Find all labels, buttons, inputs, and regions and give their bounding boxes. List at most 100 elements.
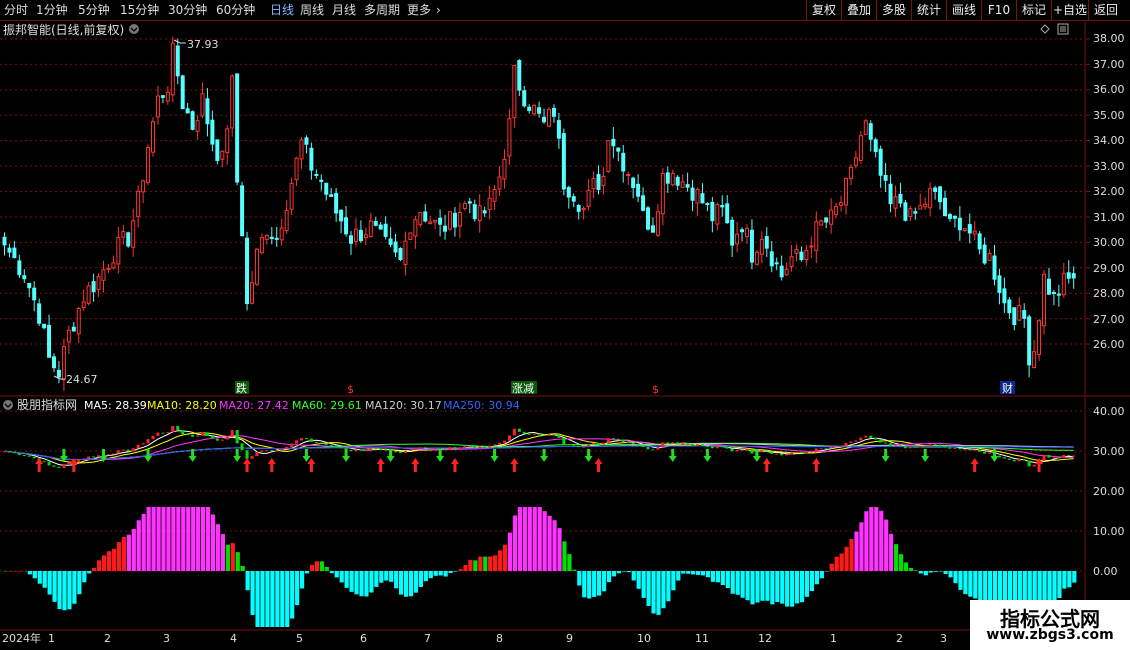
event-marker-fall[interactable]: 跌 (235, 381, 249, 395)
stock-chart[interactable]: 振邦智能(日线,前复权) 37.93 24.67 跌 $ 涨减 $ 财 股朋指标… (0, 20, 1130, 650)
candle (759, 238, 764, 255)
button-restore-rights[interactable]: 复权 (806, 0, 841, 20)
button-statistics[interactable]: 统计 (911, 0, 946, 20)
candle (2, 236, 7, 246)
indicator-name[interactable]: 股朋指标网 (17, 397, 77, 412)
up-arrow-icon (307, 458, 316, 472)
candle (170, 42, 175, 96)
button-draw-line[interactable]: 画线 (946, 0, 981, 20)
mini-candle (997, 455, 1001, 458)
histogram-bar (572, 569, 577, 571)
candle (27, 283, 32, 289)
circle-chevron-down-icon[interactable] (129, 24, 139, 34)
tab-15min[interactable]: 15分钟 (120, 2, 159, 18)
histogram-bar (176, 507, 181, 571)
button-mark[interactable]: 标记 (1016, 0, 1051, 20)
candle (215, 139, 220, 161)
tab-60min[interactable]: 60分钟 (216, 2, 255, 18)
candle (878, 148, 883, 176)
button-add-watchlist[interactable]: +自选 (1051, 0, 1088, 20)
histogram-bar (691, 571, 696, 575)
indicator-dropdown-icon[interactable] (3, 400, 13, 410)
tab-30min[interactable]: 30分钟 (168, 2, 207, 18)
mini-candle (314, 441, 318, 443)
tab-5min[interactable]: 5分钟 (78, 2, 110, 18)
event-marker-finance[interactable]: 财 (1000, 381, 1015, 395)
histogram-bar (413, 571, 419, 593)
event-marker-dividend[interactable]: $ (347, 383, 354, 396)
tab-weekly[interactable]: 周线 (300, 2, 324, 18)
candle (101, 269, 106, 281)
histogram-bar (978, 571, 983, 603)
mini-candle (1022, 458, 1026, 461)
candle (1046, 278, 1051, 295)
ma250-line (4, 445, 1074, 461)
mini-candle (696, 444, 699, 446)
mini-candle (111, 453, 115, 455)
histogram-bar (839, 553, 844, 571)
down-arrow-icon (921, 449, 930, 462)
histogram-bar (324, 566, 329, 571)
mini-candle (1042, 455, 1046, 461)
mini-candle (502, 440, 506, 443)
mini-candle (889, 443, 893, 447)
tab-daily[interactable]: 日线 (270, 2, 294, 18)
candle (537, 107, 542, 114)
histogram-bar (255, 571, 260, 627)
candle (754, 251, 759, 265)
histogram-bar (913, 570, 918, 571)
histogram-bar (730, 571, 735, 594)
mini-candle (750, 449, 754, 454)
histogram-bar (131, 529, 136, 571)
mini-candle (245, 450, 249, 459)
histogram-bar (834, 556, 839, 571)
event-marker-dividend[interactable]: $ (652, 383, 659, 396)
histogram-bar (720, 571, 725, 586)
button-overlay[interactable]: 叠加 (841, 0, 876, 20)
tab-1min[interactable]: 1分钟 (36, 2, 68, 18)
tab-monthly[interactable]: 月线 (332, 2, 356, 18)
mini-candle (413, 448, 417, 450)
mini-candle (1017, 458, 1021, 462)
down-arrow-icon (881, 449, 890, 462)
candle (710, 201, 715, 222)
mini-candle (517, 428, 521, 432)
candle (952, 215, 957, 219)
histogram-bar (715, 571, 720, 583)
up-arrow-icon (450, 458, 459, 472)
candle (789, 256, 794, 267)
candle (210, 119, 215, 145)
histogram-bar (874, 507, 879, 571)
histogram-bar (641, 571, 646, 598)
button-f10[interactable]: F10 (981, 0, 1016, 20)
candle (269, 236, 274, 240)
candlestick-series[interactable] (2, 36, 1076, 391)
mini-candle (141, 443, 145, 445)
histogram-bar (201, 507, 206, 571)
mini-candle (205, 432, 209, 437)
button-back[interactable]: 返回 (1088, 0, 1123, 20)
candle (517, 60, 522, 91)
tab-multi-period[interactable]: 多周期 (364, 2, 400, 18)
svg-text:财: 财 (1002, 381, 1013, 395)
event-marker-holding-reduce[interactable]: 涨减 (511, 381, 537, 395)
histogram-bar (181, 507, 186, 571)
svg-text:36.00: 36.00 (1093, 83, 1125, 96)
histogram-bar (587, 571, 592, 599)
mini-candle (512, 428, 516, 436)
histogram-bar (443, 571, 448, 577)
candle (819, 220, 824, 226)
diamond-icon[interactable] (1040, 24, 1050, 34)
button-multi-stock[interactable]: 多股 (876, 0, 911, 20)
mini-candle (854, 440, 858, 442)
menu-icon[interactable] (1057, 23, 1069, 35)
histogram-bar (458, 569, 463, 571)
tab-more[interactable]: 更多 (407, 2, 431, 18)
candle (1032, 351, 1037, 369)
tab-timeshare[interactable]: 分时 (4, 2, 28, 18)
candle (254, 248, 259, 285)
candle (571, 196, 576, 202)
chevron-right-icon[interactable]: › (436, 2, 441, 18)
histogram-bar (265, 571, 270, 627)
candle (423, 211, 428, 222)
